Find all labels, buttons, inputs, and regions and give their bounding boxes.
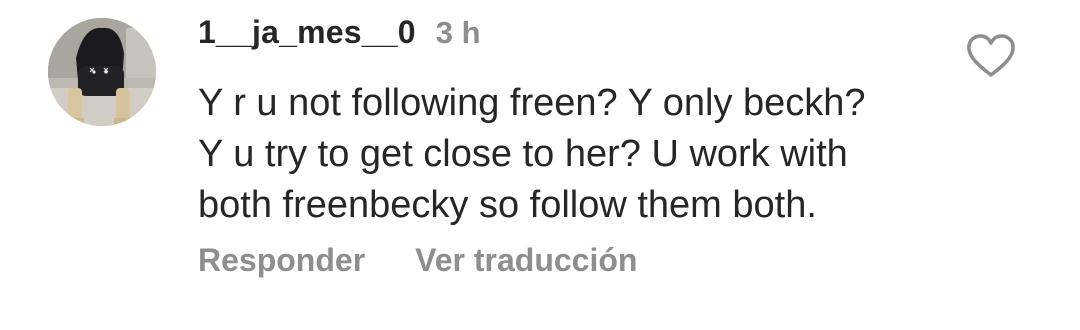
like-button[interactable] — [964, 32, 1018, 80]
comment-text-line: Y r u not following freen? Y only beckh? — [198, 82, 866, 124]
comment-text-line: Y u try to get close to her? U work with — [198, 133, 848, 175]
comment-item: 1__ja_mes__0 3 h Y r u not following fre… — [0, 0, 1080, 330]
avatar[interactable] — [48, 18, 156, 126]
username-link[interactable]: 1__ja_mes__0 — [198, 14, 416, 51]
comment-actions: Responder Ver traducción — [198, 242, 637, 279]
comment-header: 1__ja_mes__0 3 h — [198, 14, 481, 51]
comment-text-line: both freenbecky so follow them both. — [198, 184, 817, 226]
comment-text: Y r u not following freen? Y only beckh?… — [198, 78, 958, 231]
comment-timestamp: 3 h — [435, 15, 481, 50]
translate-button[interactable]: Ver traducción — [415, 242, 637, 279]
reply-button[interactable]: Responder — [198, 242, 365, 279]
avatar-image — [48, 18, 156, 126]
heart-outline-icon — [967, 34, 1015, 77]
